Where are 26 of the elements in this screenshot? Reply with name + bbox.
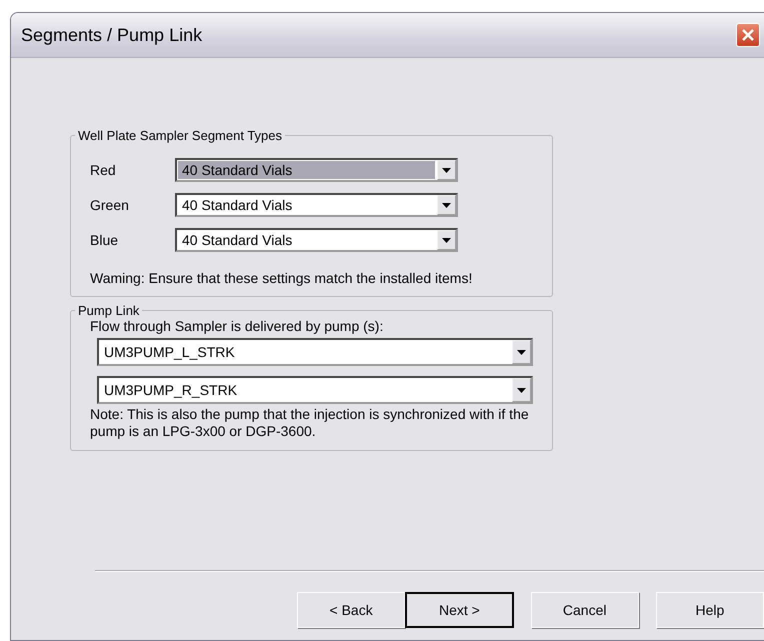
dropdown[interactable]: 40 Standard Vials (175, 193, 458, 217)
field-label: Blue (90, 232, 120, 248)
caret-icon (517, 388, 526, 392)
caret-icon (517, 350, 526, 354)
dialog-button[interactable]: Next > (405, 592, 514, 628)
intro-text: Flow through Sampler is delivered by pump (s): (89, 318, 384, 334)
dropdown-value: 40 Standard Vials (178, 161, 435, 179)
group-title: Well Plate Sampler Segment Types (77, 128, 284, 143)
close-button[interactable] (736, 23, 760, 47)
close-icon (742, 29, 754, 41)
caret-icon (442, 202, 451, 208)
dialog-button[interactable]: < Back (297, 592, 406, 628)
warning-text: Waming: Ensure that these settings match the installed items! (89, 269, 474, 288)
dropdown[interactable]: UM3PUMP_R_STRK (97, 376, 533, 404)
group-title: Pump Link (77, 303, 140, 318)
dropdown[interactable]: UM3PUMP_L_STRK (97, 338, 533, 366)
dialog-button[interactable]: Cancel (530, 592, 639, 628)
dialog-button[interactable]: Help (656, 592, 764, 628)
dropdown[interactable]: 40 Standard Vials (175, 228, 458, 252)
note-text: Note: This is also the pump that the injection is synchronized with if the pump is an LPG-3x00 or DGP-3600. (89, 406, 530, 441)
dropdown[interactable]: 40 Standard Vials (175, 158, 458, 182)
field-label: Green (90, 197, 130, 213)
field-label: Red (90, 162, 117, 178)
caret-icon (442, 168, 451, 172)
caret-icon (442, 238, 451, 242)
window-title: Segments / Pump Link (21, 24, 202, 46)
